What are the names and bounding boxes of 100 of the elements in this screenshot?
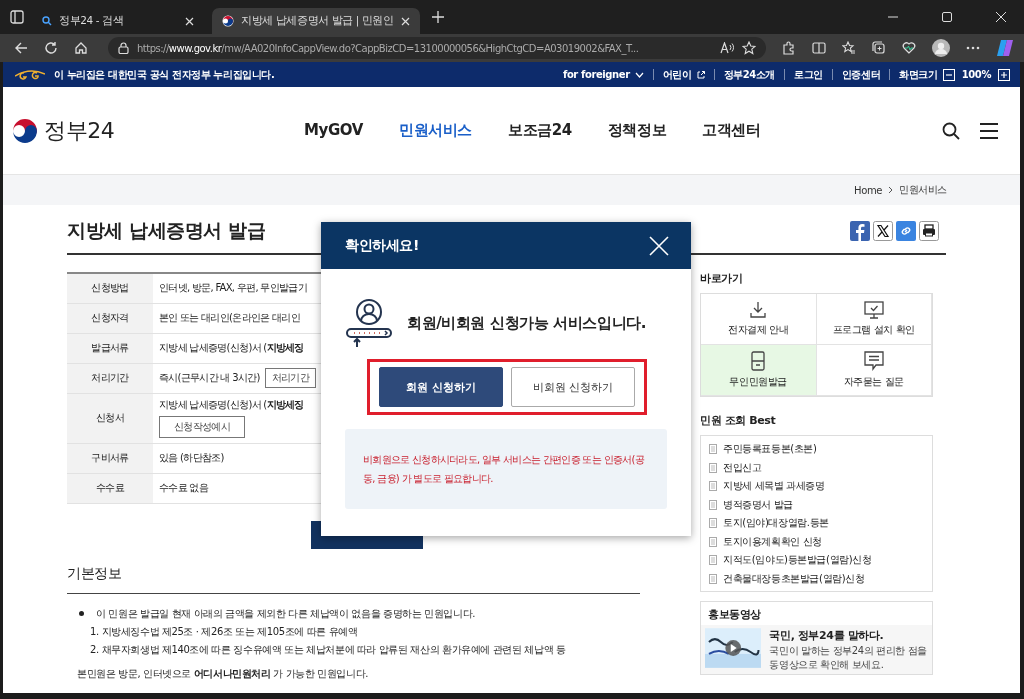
row-label: 신청서: [67, 393, 153, 443]
avatar-icon[interactable]: [932, 39, 950, 57]
print-icon[interactable]: [919, 220, 939, 241]
nav-item[interactable]: 정책정보: [607, 121, 667, 140]
quick-link[interactable]: 자주묻는 질문: [816, 345, 932, 396]
nav-item[interactable]: 민원서비스: [399, 121, 472, 140]
banner-link[interactable]: 어린이: [662, 67, 692, 82]
puzzle-icon[interactable]: [782, 41, 796, 55]
browser-tab[interactable]: 정부24 - 검색: [32, 8, 204, 34]
bullet-icon: [79, 611, 84, 616]
read-aloud-icon[interactable]: [720, 42, 734, 54]
menu-icon[interactable]: [980, 122, 998, 139]
address-field[interactable]: https://www.gov.kr/mw/AA020InfoCappView.do?CappBizCD=13100000056&HighCtgCD=A03019002&FAX_T...: [108, 37, 766, 59]
row-label: 신청자격: [67, 303, 153, 333]
breadcrumb-link[interactable]: Home: [854, 184, 882, 196]
zoom-in-icon[interactable]: [998, 68, 1010, 81]
banner-link[interactable]: 정부24소개: [723, 67, 776, 82]
x-share-icon[interactable]: [873, 220, 893, 241]
row-label: 수수료: [67, 473, 153, 503]
document-icon: [709, 518, 717, 529]
notice-text: 비회원으로 신청하시더라도, 일부 서비스는 간편인증 또는 인증서(공동, 금융) 가 별도로 필요합니다.: [363, 453, 645, 486]
section-heading: 민원 조회 Best: [700, 413, 777, 428]
info-text: 이 민원은 발급일 현재 아래의 금액을 제외한 다른 체납액이 없음을 증명하는 민원입니다.: [96, 606, 475, 621]
document-icon: [709, 444, 717, 455]
close-icon[interactable]: [996, 12, 1006, 22]
info-button[interactable]: 처리기간: [264, 368, 316, 388]
video-title[interactable]: 국민, 정부24를 말하다.: [769, 628, 928, 643]
best-link[interactable]: 토지이용계획확인 신청: [723, 534, 822, 549]
page-title: 지방세 납세증명서 발급: [67, 217, 266, 243]
row-label: 발급서류: [67, 333, 153, 363]
search-icon: [42, 16, 52, 26]
favorites-icon[interactable]: [842, 41, 856, 55]
monitor-icon: [863, 301, 884, 319]
home-icon[interactable]: [74, 41, 88, 55]
refresh-icon[interactable]: [44, 41, 58, 55]
more-icon[interactable]: [966, 46, 980, 50]
egov-logo-icon: [15, 68, 45, 81]
banner-link[interactable]: for foreigner: [562, 69, 630, 80]
emblem-icon: [222, 15, 234, 27]
member-apply-button[interactable]: 회원 신청하기: [379, 367, 503, 407]
maximize-icon[interactable]: [942, 12, 952, 22]
user-password-icon: [345, 297, 393, 349]
emblem-icon: [12, 117, 38, 144]
section-heading: 바로가기: [700, 271, 744, 286]
row-value: 본인 또는 대리인(온라인은 대리인: [159, 311, 300, 325]
download-icon: [749, 301, 768, 319]
external-link-icon: [696, 70, 705, 79]
facebook-icon[interactable]: [850, 220, 870, 241]
info-text: 본민원은 방문, 인터넷으로 어디서나민원처리 가 가능한 민원입니다.: [77, 666, 370, 681]
copilot-icon[interactable]: [996, 39, 1014, 57]
best-link[interactable]: 지방세 세목별 과세증명: [723, 479, 825, 494]
back-icon[interactable]: [14, 41, 28, 55]
breadcrumb-link[interactable]: 민원서비스: [899, 183, 947, 197]
best-link[interactable]: 건축물대장등초본발급(열람)신청: [723, 571, 865, 586]
banner-link[interactable]: 인증센터: [841, 67, 881, 82]
new-tab-icon[interactable]: [431, 11, 444, 23]
best-link[interactable]: 병적증명서 발급: [723, 497, 793, 512]
star-icon[interactable]: [742, 41, 756, 55]
close-icon[interactable]: [400, 16, 410, 26]
row-value: 인터넷, 방문, FAX, 우편, 무인발급기: [159, 281, 307, 296]
sidebar-icon[interactable]: [10, 10, 24, 24]
chat-icon: [863, 351, 884, 371]
zoom-out-icon[interactable]: [942, 68, 955, 81]
browser-tab[interactable]: 지방세 납세증명서 발급 | 민원인: [212, 8, 420, 34]
close-icon[interactable]: [185, 16, 194, 26]
document-icon: [709, 481, 717, 492]
heart-icon[interactable]: [902, 41, 916, 55]
lock-icon: [118, 42, 129, 54]
chevron-down-icon[interactable]: [634, 71, 644, 78]
section-heading: 기본정보: [67, 564, 123, 583]
nav-item[interactable]: 고객센터: [702, 121, 761, 140]
section-heading: 홍보동영상: [707, 607, 762, 623]
nav-item[interactable]: MyGOV: [304, 121, 363, 140]
video-description: 국민이 말하는 정부24의 편리한 점을 동영상으로 확인해 보세요.: [769, 644, 928, 671]
document-icon: [709, 555, 717, 566]
best-link[interactable]: 주민등록표등본(초본): [723, 442, 817, 457]
best-link[interactable]: 지적도(임야도)등본발급(열람)신청: [723, 553, 872, 568]
link-icon[interactable]: [896, 220, 916, 241]
search-icon[interactable]: [942, 121, 960, 140]
site-logo[interactable]: 정부24: [44, 115, 115, 146]
info-button[interactable]: 신청작성예시: [159, 416, 245, 438]
quick-link[interactable]: 프로그램 설치 확인: [816, 294, 932, 345]
quick-link[interactable]: 무인민원발급: [701, 345, 817, 396]
row-value: 있음 (하단참조): [159, 451, 224, 465]
split-screen-icon[interactable]: [812, 41, 826, 55]
row-value: 지방세 납세증명(신청)서 (지방세징: [159, 398, 304, 412]
official-site-notice: 이 누리집은 대한민국 공식 전자정부 누리집입니다.: [54, 67, 275, 82]
banner-link[interactable]: 로그인: [794, 67, 823, 82]
nav-item[interactable]: 보조금24: [508, 121, 572, 140]
row-value: 지방세 납세증명(신청)서 (지방세징: [159, 341, 304, 355]
document-icon: [709, 499, 717, 510]
info-text: 1. 지방세징수법 제25조 · 제26조 또는 제105조에 따른 유예액: [90, 624, 359, 639]
best-link[interactable]: 토지(임야)대장열람.등본: [723, 516, 829, 531]
collections-icon[interactable]: [872, 41, 886, 55]
best-link[interactable]: 전입신고: [723, 460, 762, 475]
kiosk-icon: [751, 351, 766, 371]
document-icon: [709, 536, 717, 547]
dialog-title: 확인하세요!: [345, 236, 419, 255]
guest-apply-button[interactable]: 비회원 신청하기: [511, 367, 635, 407]
document-icon: [709, 573, 717, 584]
